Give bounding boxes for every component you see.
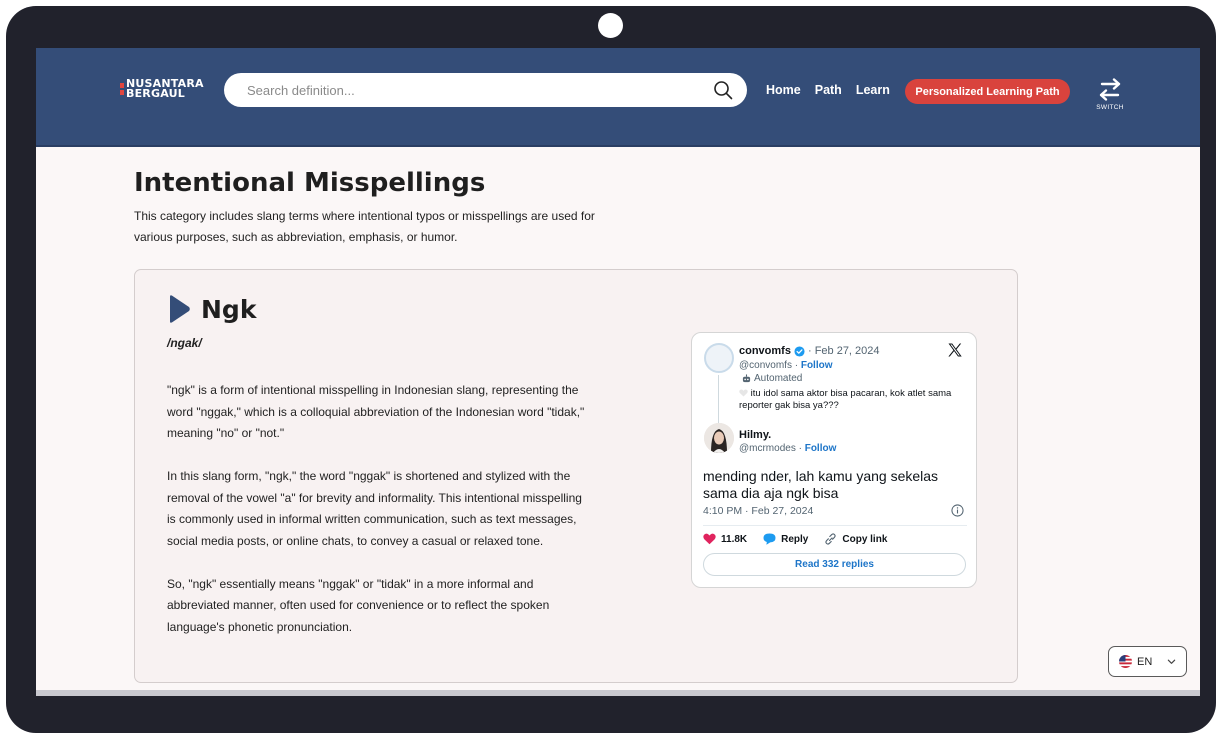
follow-link[interactable]: Follow (805, 443, 837, 454)
heart-icon (703, 533, 716, 545)
language-code: EN (1137, 655, 1153, 668)
nav-home[interactable]: Home (766, 83, 801, 97)
white-heart-icon (739, 389, 748, 397)
tweet-timestamp[interactable]: 4:10 PM · Feb 27, 2024 (703, 505, 813, 517)
like-count: 11.8K (721, 533, 748, 545)
nav-path[interactable]: Path (815, 83, 842, 97)
us-flag-icon (1119, 655, 1132, 668)
quoted-handle: @convomfs · Follow (739, 360, 833, 371)
copy-link-label: Copy link (842, 533, 888, 545)
reply-bubble-icon (763, 533, 776, 545)
pronunciation: /ngak/ (167, 336, 202, 350)
like-button[interactable]: 11.8K (703, 533, 747, 545)
word-heading: Ngk (167, 294, 256, 324)
quoted-text-block: itu idol sama aktor bisa pacaran, kok at… (739, 388, 969, 412)
author-name[interactable]: Hilmy. (739, 429, 771, 441)
definition-paragraph: So, "ngk" essentially means "nggak" or "… (167, 576, 550, 634)
reply-button[interactable]: Reply (763, 533, 808, 545)
follow-link[interactable]: Follow (801, 360, 833, 371)
definition-paragraph: In this slang form, "ngk," the word "ngg… (167, 469, 582, 548)
automated-label: Automated (742, 373, 802, 384)
switch-arrows-icon (1099, 78, 1121, 101)
quoted-handle-text: @convomfs · (739, 360, 801, 371)
logo-mark-icon (120, 83, 124, 95)
camera-dot (598, 13, 623, 38)
navbar: NUSANTARA BERGAUL Home Path Learn Person… (36, 48, 1200, 147)
x-logo-icon[interactable] (947, 342, 963, 358)
quoted-avatar[interactable] (704, 343, 734, 373)
search-icon[interactable] (713, 80, 733, 100)
switch-button[interactable]: SWITCH (1092, 78, 1128, 111)
brand-logo[interactable]: NUSANTARA BERGAUL (120, 78, 204, 100)
author-handle: @mcrmodes · Follow (739, 443, 836, 454)
tweet-actions: 11.8K Reply Copy link (703, 533, 887, 545)
tweet-text: mending nder, lah kamu yang sekelas sama… (703, 468, 939, 501)
automated-text: Automated (754, 373, 803, 384)
slang-entry-card: Ngk /ngak/ "ngk" is a form of intentiona… (134, 269, 1018, 683)
verified-badge-icon (794, 345, 805, 357)
thread-line (718, 375, 719, 423)
page-title: Intentional Misspellings (134, 168, 486, 198)
author-photo-icon (704, 423, 734, 453)
search-input[interactable] (247, 82, 687, 98)
brand-line-2: BERGAUL (126, 87, 185, 100)
search-bar (224, 73, 747, 107)
quoted-author: convomfs · Feb 27, 2024 (739, 345, 880, 357)
personalized-learning-path-button[interactable]: Personalized Learning Path (905, 79, 1070, 104)
quoted-date[interactable]: · Feb 27, 2024 (808, 345, 880, 357)
language-selector[interactable]: EN (1108, 646, 1187, 677)
screen-bottom-edge (36, 690, 1200, 696)
author-avatar[interactable] (704, 423, 734, 453)
bot-icon (742, 374, 751, 383)
screen: NUSANTARA BERGAUL Home Path Learn Person… (36, 48, 1200, 693)
word-title: Ngk (201, 294, 257, 324)
quoted-author-name[interactable]: convomfs (739, 345, 791, 357)
embedded-tweet: convomfs · Feb 27, 2024 @convomfs · Foll… (691, 332, 977, 588)
main-nav: Home Path Learn (766, 83, 890, 97)
nav-learn[interactable]: Learn (856, 83, 890, 97)
switch-label: SWITCH (1096, 104, 1124, 111)
read-replies-button[interactable]: Read 332 replies (703, 553, 966, 576)
definition-paragraph: "ngk" is a form of intentional misspelli… (167, 383, 585, 440)
author-handle-text: @mcrmodes · (739, 443, 805, 454)
page-description: This category includes slang terms where… (134, 209, 595, 244)
link-icon (825, 533, 837, 545)
quoted-text: itu idol sama aktor bisa pacaran, kok at… (739, 388, 952, 411)
definition: "ngk" is a form of intentional misspelli… (167, 380, 587, 660)
play-audio-icon[interactable] (167, 294, 191, 324)
chevron-down-icon (1168, 659, 1176, 664)
info-icon[interactable] (951, 504, 964, 517)
reply-label: Reply (781, 533, 809, 545)
tweet-divider (703, 525, 967, 526)
copy-link-button[interactable]: Copy link (824, 533, 887, 545)
